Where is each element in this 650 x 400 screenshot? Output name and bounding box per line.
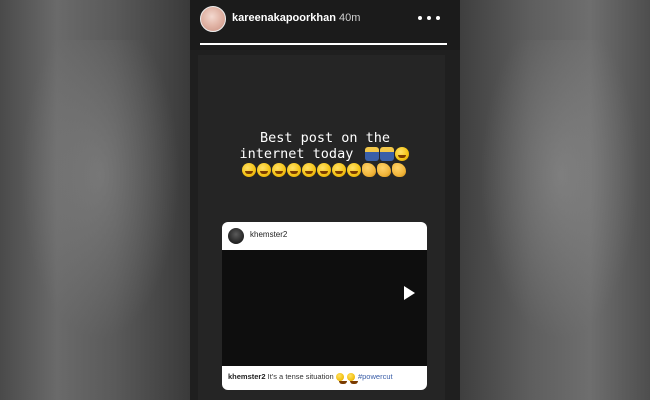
rolling-laughing-icon bbox=[332, 163, 346, 177]
more-dot-icon bbox=[427, 16, 431, 20]
clapping-hands-icon bbox=[362, 163, 376, 177]
more-options-button[interactable] bbox=[418, 11, 440, 25]
people-dancing-icon bbox=[365, 147, 380, 161]
post-caption: khemster2 It's a tense situation #powerc… bbox=[228, 372, 393, 385]
post-author-avatar[interactable] bbox=[228, 228, 244, 244]
story-progress-fill bbox=[200, 43, 447, 45]
monkey-see-no-evil-icon bbox=[335, 373, 347, 385]
rolling-laughing-icon bbox=[317, 163, 331, 177]
rolling-laughing-icon bbox=[242, 163, 256, 177]
caption-line-1: Best post on the bbox=[259, 130, 391, 146]
blurred-background-right bbox=[450, 0, 650, 400]
caption-inline-emojis bbox=[365, 147, 410, 161]
rolling-laughing-icon bbox=[395, 147, 410, 161]
post-header: khemster2 bbox=[222, 222, 427, 250]
caption-line-2-wrap: internet today bbox=[200, 146, 450, 162]
avatar[interactable] bbox=[200, 6, 226, 32]
clapping-hands-icon bbox=[392, 163, 406, 177]
grinning-sweat-icon bbox=[346, 373, 358, 385]
caption-line-2: internet today bbox=[239, 146, 354, 162]
caption-emoji-row bbox=[242, 162, 432, 178]
post-caption-text: It's a tense situation bbox=[267, 372, 334, 381]
rolling-laughing-icon bbox=[287, 163, 301, 177]
story-username[interactable]: kareenakapoorkhan bbox=[232, 12, 336, 24]
play-icon[interactable] bbox=[404, 286, 415, 300]
post-video[interactable] bbox=[222, 250, 427, 366]
rolling-laughing-icon bbox=[302, 163, 316, 177]
post-caption-hashtag[interactable]: #powercut bbox=[358, 372, 393, 381]
blurred-background-left bbox=[0, 0, 190, 400]
rolling-laughing-icon bbox=[272, 163, 286, 177]
story-progress-track bbox=[200, 43, 447, 45]
rolling-laughing-icon bbox=[257, 163, 271, 177]
more-dot-icon bbox=[436, 16, 440, 20]
post-caption-handle[interactable]: khemster2 bbox=[228, 372, 266, 381]
people-dancing-icon bbox=[380, 147, 395, 161]
story-timestamp: 40m bbox=[339, 12, 361, 24]
embedded-post-card[interactable]: khemster2 khemster2 It's a tense situati… bbox=[222, 222, 427, 390]
rolling-laughing-icon bbox=[347, 163, 361, 177]
story-header: kareenakapoorkhan 40m bbox=[190, 0, 460, 50]
story-caption: Best post on the internet today bbox=[200, 130, 450, 162]
story-viewer[interactable]: kareenakapoorkhan 40m Best post on the i… bbox=[190, 0, 460, 400]
clapping-hands-icon bbox=[377, 163, 391, 177]
more-dot-icon bbox=[418, 16, 422, 20]
post-author[interactable]: khemster2 bbox=[250, 230, 287, 239]
